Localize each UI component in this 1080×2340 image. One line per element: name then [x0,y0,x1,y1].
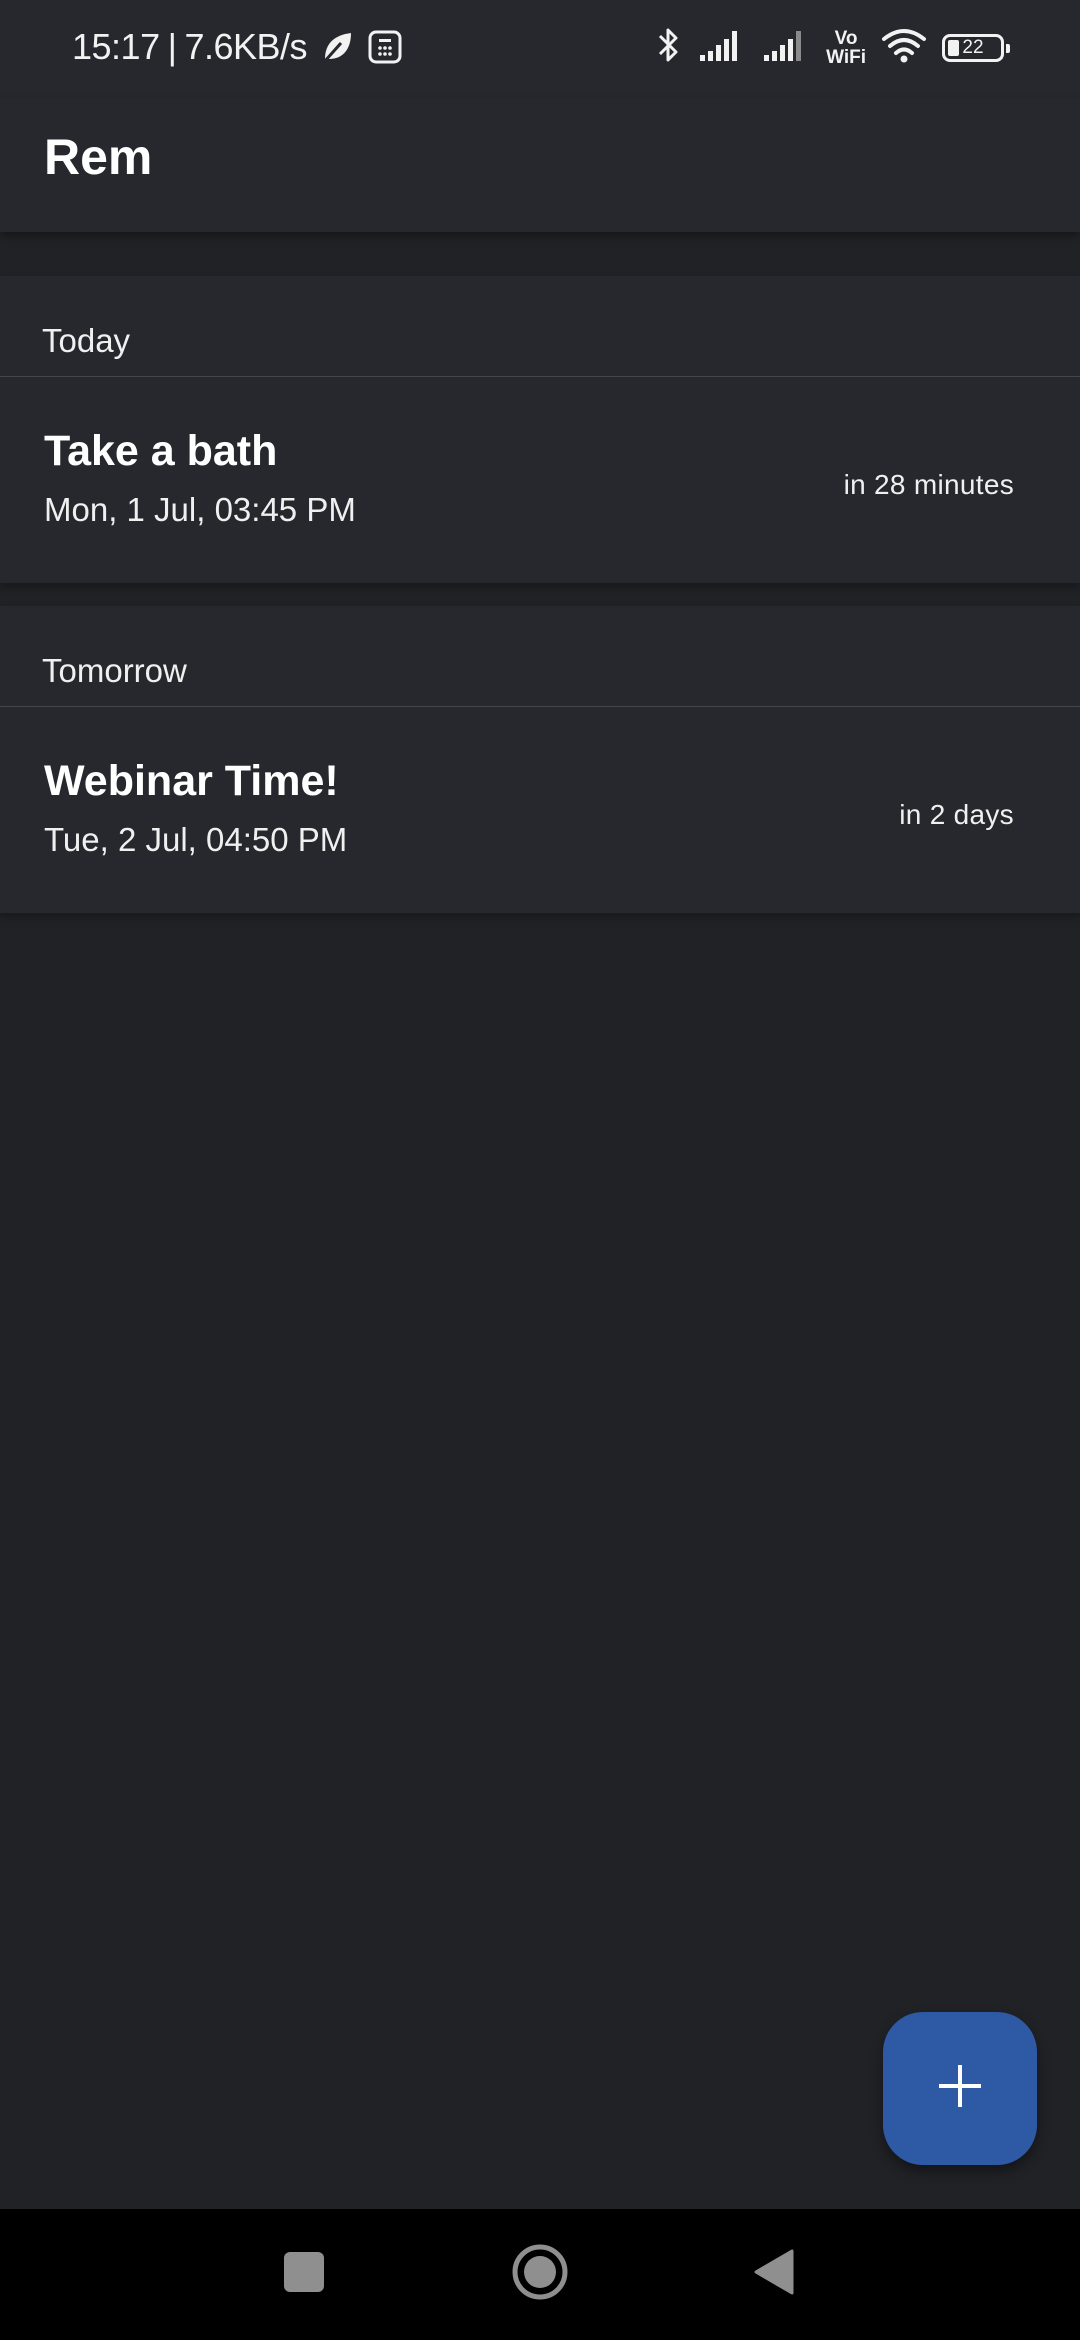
status-bar-left: 15:17 | 7.6KB/s [72,26,403,68]
reminder-item[interactable]: Webinar Time! Tue, 2 Jul, 04:50 PM in 2 … [0,707,1080,913]
vowifi-top: Vo [834,27,858,49]
vowifi-indicator: Vo WiFi [826,29,866,67]
reminder-title: Take a bath [44,427,278,475]
reminder-date: Mon, 1 Jul, 03:45 PM [44,491,356,528]
reminder-relative-time: in 2 days [899,799,1014,830]
leaf-icon [319,29,355,65]
plus-icon [937,2063,983,2114]
home-button[interactable] [490,2209,590,2340]
section-header-label: Today [42,322,131,359]
bluetooth-icon [654,24,684,71]
system-navigation-bar [0,2209,1080,2340]
status-bar-right: Vo WiFi 22 [654,24,1010,71]
battery-icon: 22 [942,33,1010,62]
triangle-back-icon [752,2248,796,2301]
section-header-label: Tomorrow [42,652,187,689]
signal-icon-sim1 [698,27,748,68]
calculator-icon [367,29,403,65]
section-header: Tomorrow [0,606,1080,707]
reminder-item[interactable]: Take a bath Mon, 1 Jul, 03:45 PM in 28 m… [0,377,1080,583]
app-bar: Rem [0,98,1080,232]
square-recents-icon [282,2250,326,2299]
signal-icon-sim2 [762,27,812,68]
status-time: 15:17 [72,26,160,67]
status-separator: | [167,26,177,67]
section-tomorrow: Tomorrow Webinar Time! Tue, 2 Jul, 04:50… [0,606,1080,913]
reminder-title: Webinar Time! [44,757,339,805]
network-speed: 7.6KB/s [184,26,308,67]
reminder-relative-time: in 28 minutes [843,469,1014,500]
battery-level: 22 [962,36,984,58]
add-reminder-button[interactable] [883,2012,1037,2165]
battery-fill [948,39,959,56]
section-today: Today Take a bath Mon, 1 Jul, 03:45 PM i… [0,276,1080,583]
back-button[interactable] [724,2209,824,2340]
app-title: Rem [44,129,153,185]
section-header: Today [0,276,1080,377]
reminder-date: Tue, 2 Jul, 04:50 PM [44,821,348,858]
status-bar: 15:17 | 7.6KB/s Vo WiFi 22 [0,0,1080,98]
circle-home-icon [510,2242,570,2307]
wifi-icon [880,25,928,70]
recents-button[interactable] [254,2209,354,2340]
vowifi-bottom: WiFi [826,46,866,68]
